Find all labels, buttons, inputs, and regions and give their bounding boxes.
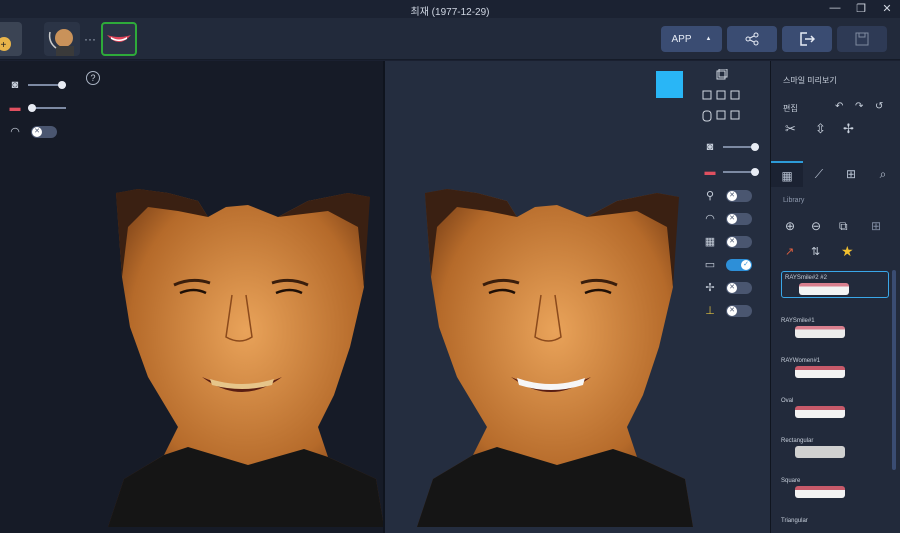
tab-search[interactable]: ⌕ xyxy=(867,161,899,187)
lips-icon: ◠ xyxy=(10,126,20,138)
face-rotate-thumbnail[interactable] xyxy=(44,22,80,56)
add-to-library-icon[interactable]: ⊞ xyxy=(871,219,881,233)
undo-icon[interactable]: ↶ xyxy=(835,101,843,112)
library-item-triangular[interactable]: Triangular xyxy=(781,517,889,526)
original-face-viewport[interactable]: ◙ ▬ ◠ ✕ ? xyxy=(0,61,384,533)
transfer-icon[interactable]: ⇅ xyxy=(811,245,820,258)
caret-up-icon: ▲ xyxy=(705,36,712,42)
landmark-icon: ⚲ xyxy=(705,190,715,202)
tab-tools[interactable]: ⟋ xyxy=(803,161,835,187)
teeth-opacity-icon: ▬ xyxy=(704,166,716,178)
library-item-raywomen-1[interactable]: RAYWomen#1 xyxy=(781,357,889,378)
face-opacity-slider[interactable] xyxy=(28,81,66,89)
copy-icon[interactable]: ⧉ xyxy=(839,219,848,234)
zoom-in-icon[interactable]: ⊕ xyxy=(785,219,795,233)
library-item-rectangular[interactable]: Rectangular xyxy=(781,437,889,458)
pin-icon[interactable]: ↗ xyxy=(785,245,794,258)
add-model-icon: ⊞ xyxy=(845,167,857,181)
teeth-preview xyxy=(795,366,845,378)
lips-toggle[interactable]: ✕ xyxy=(31,126,57,138)
export-button[interactable] xyxy=(782,26,832,52)
grid-icon: ▦ xyxy=(704,236,716,248)
help-icon[interactable]: ? xyxy=(86,71,100,85)
panel-heading: 스마일 미리보기 xyxy=(783,76,837,85)
face-opacity-icon: ◙ xyxy=(11,79,19,91)
library-item-raysmile-2[interactable]: RAYSmile#2 #2 xyxy=(781,271,889,298)
library-item-label: Rectangular xyxy=(781,438,814,444)
library-item-label: RAYSmile#1 xyxy=(781,318,815,324)
zoom-out-icon[interactable]: ⊖ xyxy=(811,219,821,233)
library-item-label: RAYWomen#1 xyxy=(781,358,821,364)
lips-toggle[interactable]: ✕ xyxy=(726,213,752,225)
smile-preview-panel: 스마일 미리보기 편집 ↶ ↷ ↺ ✂ ⇳ ✢ ▦ ⟋ ⊞ ⌕ Library … xyxy=(770,61,900,533)
svg-text:+: + xyxy=(1,40,7,51)
teeth-opacity-icon: ▬ xyxy=(9,102,21,114)
smile-preview-viewport[interactable]: ◙ ▬ ⚲ ✕ ◠ ✕ ▦ ✕ ▭ ✓ ✢ ✕ ⊥ ✕ xyxy=(385,61,770,533)
top-toolbar: + ··· APP ▲ xyxy=(0,18,900,60)
redo-icon[interactable]: ↷ xyxy=(855,101,863,112)
app-menu-label: APP xyxy=(671,33,692,45)
monitor-toggle[interactable]: ✓ xyxy=(726,259,752,271)
smile-preview-face-scan xyxy=(417,189,693,527)
add-module-icon[interactable]: + xyxy=(0,22,22,56)
library-item-label: Square xyxy=(781,478,801,484)
teeth-preview xyxy=(799,283,849,295)
edit-label: 편집 xyxy=(783,104,798,113)
favorite-star-icon[interactable]: ★ xyxy=(841,243,854,260)
window-title: 최재 (1977-12-29) xyxy=(410,7,490,18)
share-icon xyxy=(745,32,759,46)
axis-toggle[interactable]: ✕ xyxy=(726,305,752,317)
vertical-move-icon[interactable]: ⇳ xyxy=(815,121,826,137)
smile-thumbnail[interactable] xyxy=(101,22,137,56)
view-orientation-icons[interactable] xyxy=(701,69,743,129)
color-swatch[interactable] xyxy=(656,71,683,98)
library-item-label: RAYSmile#2 #2 xyxy=(785,275,827,281)
restore-icon[interactable]: ❐ xyxy=(852,2,870,15)
minimize-icon[interactable]: — xyxy=(826,2,844,14)
save-icon xyxy=(855,32,869,46)
lips-icon: ◠ xyxy=(705,213,715,225)
library-item-label: Triangular xyxy=(781,518,808,524)
library-item-oval[interactable]: Oval xyxy=(781,397,889,418)
library-scrollbar[interactable] xyxy=(892,270,896,470)
grid-toggle[interactable]: ✕ xyxy=(726,236,752,248)
teeth-preview xyxy=(795,326,845,338)
library-item-label: Oval xyxy=(781,398,794,404)
tab-teeth-library[interactable]: ▦ xyxy=(771,161,803,187)
align-icon[interactable]: ✢ xyxy=(843,121,854,137)
close-icon[interactable]: ✕ xyxy=(878,2,896,15)
library-item-raysmile-1[interactable]: RAYSmile#1 xyxy=(781,317,889,338)
landmark-toggle[interactable]: ✕ xyxy=(726,190,752,202)
save-button[interactable] xyxy=(837,26,887,52)
teeth-icon: ▦ xyxy=(781,169,793,183)
teeth-preview xyxy=(795,446,845,458)
monitor-icon: ▭ xyxy=(704,259,716,271)
app-menu-button[interactable]: APP ▲ xyxy=(661,26,722,52)
teeth-opacity-slider[interactable] xyxy=(28,104,66,112)
title-bar: 최재 (1977-12-29) — ❐ ✕ xyxy=(0,0,900,18)
ellipsis-icon: ··· xyxy=(84,32,96,46)
cut-icon[interactable]: ✂ xyxy=(785,121,796,137)
wand-icon: ⟋ xyxy=(814,167,824,181)
library-label: Library xyxy=(783,197,805,204)
midline-toggle[interactable]: ✕ xyxy=(726,282,752,294)
teeth-opacity-slider[interactable] xyxy=(723,168,759,176)
export-icon xyxy=(800,32,815,46)
midline-icon: ✢ xyxy=(705,282,715,294)
teeth-preview xyxy=(795,486,845,498)
axis-icon: ⊥ xyxy=(705,305,715,317)
tab-add-model[interactable]: ⊞ xyxy=(835,161,867,187)
original-face-scan xyxy=(108,189,384,527)
search-icon: ⌕ xyxy=(879,167,887,181)
teeth-preview xyxy=(795,406,845,418)
share-button[interactable] xyxy=(727,26,777,52)
reset-icon[interactable]: ↺ xyxy=(875,101,883,112)
face-opacity-slider[interactable] xyxy=(723,143,759,151)
library-item-square[interactable]: Square xyxy=(781,477,889,498)
face-opacity-icon: ◙ xyxy=(706,141,714,153)
